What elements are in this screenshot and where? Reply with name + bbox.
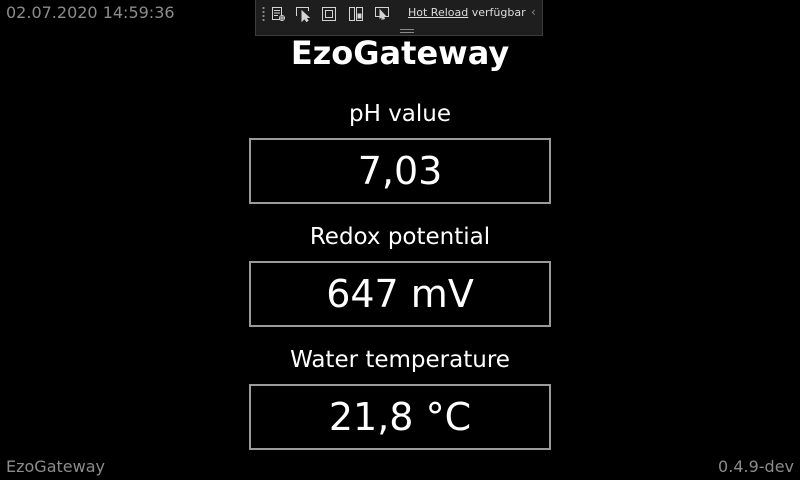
toolbar-drag-handle[interactable] xyxy=(400,29,414,33)
xaml-dev-toolbar: Hot Reload verfügbar ‹ xyxy=(255,0,543,36)
toolbar-grip-icon[interactable] xyxy=(262,6,265,22)
timestamp: 02.07.2020 14:59:36 xyxy=(6,3,175,22)
select-element-icon[interactable] xyxy=(293,5,313,23)
preview-selection-icon[interactable] xyxy=(372,5,392,23)
water-temperature-value: 21,8 °C xyxy=(328,395,472,439)
hot-reload-link[interactable]: Hot Reload xyxy=(408,6,468,19)
footer-app-name: EzoGateway xyxy=(6,457,105,476)
footer-version: 0.4.9-dev xyxy=(718,457,794,476)
ph-value-display: 7,03 xyxy=(249,138,551,204)
display-adorners-icon[interactable] xyxy=(319,5,339,23)
water-temperature-label: Water temperature xyxy=(290,347,510,373)
redox-label: Redox potential xyxy=(309,224,491,250)
collapse-toolbar-icon[interactable]: ‹ xyxy=(531,5,536,19)
page-title: EzoGateway xyxy=(290,34,510,72)
ph-value: 7,03 xyxy=(357,149,443,193)
redox-value-display: 647 mV xyxy=(249,261,551,327)
track-focus-icon[interactable] xyxy=(346,5,366,23)
water-temperature-value-display: 21,8 °C xyxy=(249,384,551,450)
hot-reload-availability: verfügbar xyxy=(471,6,526,19)
ph-label: pH value xyxy=(348,101,452,127)
redox-value: 647 mV xyxy=(326,272,474,316)
hot-reload-status: Hot Reload verfügbar xyxy=(408,6,526,19)
live-visual-tree-icon[interactable] xyxy=(268,5,288,23)
